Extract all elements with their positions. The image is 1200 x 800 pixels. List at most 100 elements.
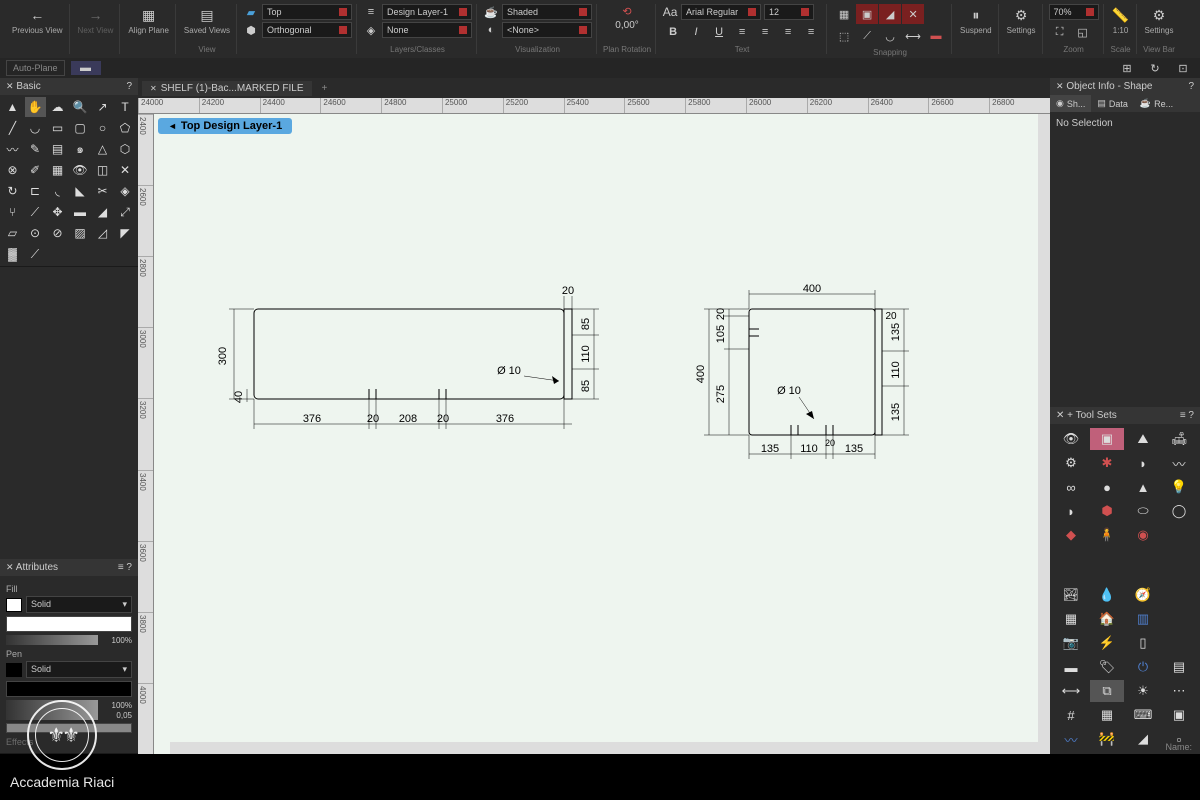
mode-icon[interactable]: ▬ — [71, 61, 101, 75]
saved-views-button[interactable]: ▤Saved Views — [182, 4, 232, 37]
taper-tool[interactable]: ◢ — [92, 202, 113, 222]
view-badge[interactable]: Top Design Layer-1 — [158, 118, 292, 134]
zoom-dropdown[interactable]: 70% — [1049, 4, 1099, 20]
ts-window[interactable]: ▥ — [1126, 608, 1160, 630]
plan-rotation-icon[interactable]: ⟲ — [619, 4, 635, 18]
ts-pyramid[interactable]: ◆ — [1054, 524, 1088, 546]
basic-panel-header[interactable]: ✕ Basic? — [0, 78, 138, 95]
move-tool[interactable]: ✥ — [47, 202, 68, 222]
class-dropdown[interactable]: None — [382, 22, 472, 38]
fill-style-dropdown[interactable]: Solid▾ — [26, 596, 132, 613]
render-style-dropdown[interactable]: <None> — [502, 22, 592, 38]
wall-tool[interactable]: ▓ — [2, 244, 23, 264]
bold-button[interactable]: B — [662, 22, 684, 42]
snap-settings-button[interactable]: ⚙Settings — [1005, 4, 1038, 37]
mirror-tool[interactable]: ◫ — [92, 160, 113, 180]
spiral-tool[interactable]: ๑ — [70, 139, 91, 159]
ts-lamp[interactable]: 💡 — [1162, 476, 1196, 498]
ts-sun[interactable]: ☀ — [1126, 680, 1160, 702]
ts-ramp[interactable]: ◢ — [1126, 728, 1160, 750]
snap-tangent-button[interactable]: ◡ — [879, 26, 901, 46]
object-info-header[interactable]: ✕ Object Info - Shape? — [1050, 78, 1200, 95]
reshape-tool[interactable]: ↗ — [92, 97, 113, 117]
tool-sets-header[interactable]: ✕ + Tool Sets≡ ? — [1050, 407, 1200, 424]
selection-tool[interactable]: ▲ — [2, 97, 23, 117]
ts-switch[interactable]: ⏻ — [1126, 656, 1160, 678]
ts-blank4[interactable] — [1162, 632, 1196, 654]
horizontal-scrollbar[interactable] — [170, 742, 1050, 754]
arc-tool[interactable]: ◡ — [25, 118, 46, 138]
underline-button[interactable]: U — [708, 22, 730, 42]
align-left-button[interactable]: ≡ — [731, 22, 753, 42]
drawing-canvas[interactable]: Top Design Layer-1 300 — [154, 114, 1050, 754]
auto-plane-toggle[interactable]: Auto-Plane — [6, 60, 65, 76]
ts-ceiling[interactable]: ▬ — [1054, 656, 1088, 678]
offset-tool[interactable]: ⊏ — [25, 181, 46, 201]
ts-tag[interactable]: 🏷 — [1090, 656, 1124, 678]
rectangle-tool[interactable]: ▭ — [47, 118, 68, 138]
suspend-button[interactable]: ⏸Suspend — [958, 4, 994, 37]
align-plane-button[interactable]: ▦Align Plane — [126, 4, 170, 37]
ts-target[interactable]: ◉ — [1126, 524, 1160, 546]
ts-hemisphere[interactable]: ◗ — [1054, 500, 1088, 522]
ts-compass[interactable]: 🧭 — [1126, 584, 1160, 606]
ts-eye[interactable]: 👁 — [1054, 428, 1088, 450]
viewbar-btn2[interactable]: ↻ — [1144, 58, 1166, 78]
tab-data[interactable]: ▤ Data — [1091, 95, 1134, 112]
viewbar-btn1[interactable]: ⊞ — [1116, 58, 1138, 78]
zoom-objects-button[interactable]: ◱ — [1072, 22, 1094, 42]
ts-mirror[interactable]: ⧉ — [1090, 680, 1124, 702]
snap-angle-button[interactable]: ◢ — [879, 4, 901, 24]
font-size-dropdown[interactable]: 12 — [764, 4, 814, 20]
pen-swatch[interactable] — [6, 663, 22, 677]
clip-tool[interactable]: ✕ — [115, 160, 136, 180]
vertical-scrollbar[interactable] — [1038, 114, 1050, 742]
snap-grid-button[interactable]: ▦ — [833, 4, 855, 24]
ts-floor[interactable]: ▤ — [1162, 656, 1196, 678]
ts-fan[interactable]: ✱ — [1090, 452, 1124, 474]
snap-working-button[interactable]: ▬ — [925, 26, 947, 46]
render-dropdown[interactable]: Shaded — [502, 4, 592, 20]
snap-distance-button[interactable]: ⟷ — [902, 26, 924, 46]
zoom-tool[interactable]: 🔍 — [70, 97, 91, 117]
snap-smart-button[interactable]: ⬚ — [833, 26, 855, 46]
pen-style-dropdown[interactable]: Solid▾ — [26, 661, 132, 678]
viewbar-settings-button[interactable]: ⚙Settings — [1143, 4, 1176, 37]
shear-tool[interactable]: ▱ — [2, 223, 23, 243]
ts-water[interactable]: 💧 — [1090, 584, 1124, 606]
snap-edge-button[interactable]: ⟋ — [856, 26, 878, 46]
align-tool[interactable]: ▬ — [70, 202, 91, 222]
scale-button[interactable]: 📏1:10 — [1110, 4, 1132, 37]
pan-tool[interactable]: ✋ — [25, 97, 46, 117]
ts-bolt[interactable]: ⚡ — [1090, 632, 1124, 654]
rotate-tool[interactable]: ↻ — [2, 181, 23, 201]
ts-cone[interactable]: ▲ — [1126, 476, 1160, 498]
ts-curtain[interactable]: ◗ — [1126, 452, 1160, 474]
scale-tool[interactable]: ⤢ — [115, 202, 136, 222]
rounded-rect-tool[interactable]: ▢ — [70, 118, 91, 138]
attributes-header[interactable]: ✕ Attributes≡ ? — [0, 559, 138, 576]
align-right-button[interactable]: ≡ — [777, 22, 799, 42]
align-justify-button[interactable]: ≡ — [800, 22, 822, 42]
fill-color-bar[interactable] — [6, 616, 132, 632]
new-tab-button[interactable]: + — [316, 83, 334, 94]
polygon-tool[interactable]: ⬠ — [115, 118, 136, 138]
tab-shape[interactable]: ◉ Sh... — [1050, 95, 1091, 112]
ts-site[interactable]: ⛰ — [1126, 428, 1160, 450]
next-view-button[interactable]: →Next View — [76, 4, 116, 37]
ts-hash[interactable]: # — [1054, 704, 1088, 726]
circle-tool[interactable]: ○ — [92, 118, 113, 138]
ts-sphere[interactable]: ● — [1090, 476, 1124, 498]
eyedropper-tool[interactable]: ✐ — [25, 160, 46, 180]
view-dropdown[interactable]: Top — [262, 4, 352, 20]
freehand-tool[interactable]: ✎ — [25, 139, 46, 159]
fill-opacity-slider[interactable] — [6, 635, 98, 645]
visibility-tool[interactable]: 👁 — [70, 160, 91, 180]
reg-polygon-tool[interactable]: ⬡ — [115, 139, 136, 159]
ts-furniture[interactable]: 🛋 — [1162, 428, 1196, 450]
ts-blank2[interactable] — [1162, 584, 1196, 606]
ts-camera[interactable]: 📷 — [1054, 632, 1088, 654]
snap-object-button[interactable]: ▣ — [856, 4, 878, 24]
projection-dropdown[interactable]: Orthogonal — [262, 22, 352, 38]
trim-tool[interactable]: ✂ — [92, 181, 113, 201]
